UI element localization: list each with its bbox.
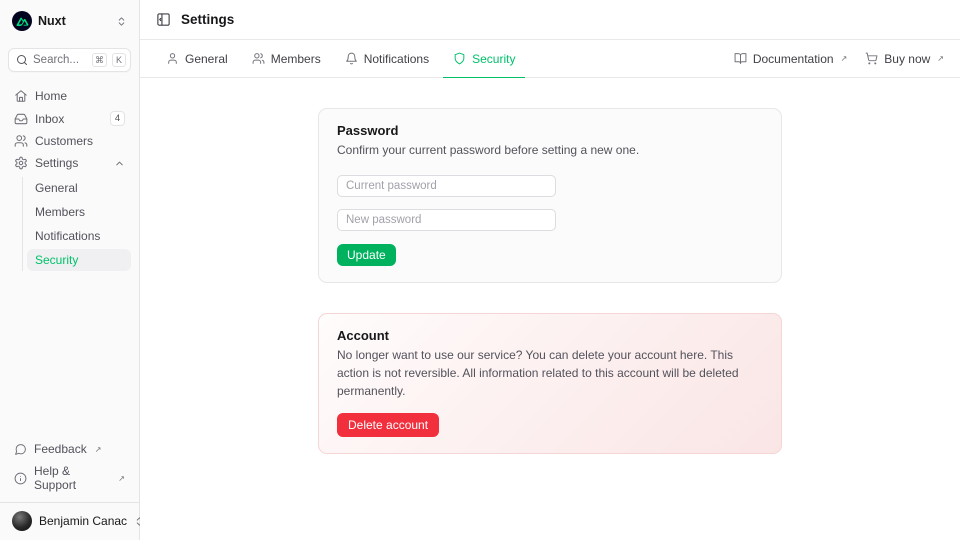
tab-label: Notifications [364, 52, 429, 66]
sub-item-label: Security [35, 253, 78, 267]
users-icon [14, 134, 28, 148]
tab-members[interactable]: Members [242, 40, 331, 78]
collapse-sidebar-icon[interactable] [156, 12, 171, 27]
inbox-count-badge: 4 [110, 111, 125, 126]
buy-now-link[interactable]: Buy now ↗ [865, 52, 944, 66]
search-placeholder: Search... [33, 54, 87, 66]
gear-icon [14, 156, 28, 170]
account-card-title: Account [337, 328, 763, 343]
settings-subtree: General Members Notifications Security [22, 177, 131, 271]
avatar [12, 511, 32, 531]
sidebar-item-settings[interactable]: Settings [8, 153, 131, 173]
help-support-link[interactable]: Help & Support ↗ [8, 460, 131, 496]
sidebar-item-members[interactable]: Members [27, 201, 131, 223]
user-name: Benjamin Canac [39, 514, 127, 528]
tab-label: Members [271, 52, 321, 66]
current-password-input[interactable] [337, 175, 556, 197]
help-support-label: Help & Support [34, 464, 110, 492]
delete-account-button[interactable]: Delete account [337, 413, 439, 437]
sub-item-label: Members [35, 205, 85, 219]
content-area: Settings General Members [140, 0, 960, 540]
sidebar-item-label: Customers [35, 134, 125, 148]
tab-notifications[interactable]: Notifications [335, 40, 439, 78]
sidebar-item-inbox[interactable]: Inbox 4 [8, 108, 131, 129]
feedback-link[interactable]: Feedback ↗ [8, 438, 131, 460]
tab-bar: General Members Notifications [140, 40, 960, 78]
bell-icon [345, 52, 358, 65]
sidebar-item-security[interactable]: Security [27, 249, 131, 271]
user-menu[interactable]: Benjamin Canac [8, 508, 131, 534]
book-open-icon [734, 52, 747, 65]
external-link-icon: ↗ [841, 54, 848, 63]
tab-label: Security [472, 52, 515, 66]
header-links: Documentation ↗ Buy now ↗ [734, 40, 944, 77]
users-icon [252, 52, 265, 65]
nuxt-logo-icon [12, 11, 32, 31]
sidebar-item-label: Settings [35, 156, 107, 170]
new-password-input[interactable] [337, 209, 556, 231]
page-title: Settings [181, 12, 234, 27]
search-icon [16, 54, 28, 66]
buy-now-label: Buy now [884, 52, 930, 66]
sidebar-divider [0, 502, 139, 503]
sidebar-spacer [8, 271, 131, 438]
password-card: Password Confirm your current password b… [318, 108, 782, 283]
tab-general[interactable]: General [156, 40, 238, 78]
team-name: Nuxt [38, 14, 110, 28]
chevron-up-icon [114, 158, 125, 169]
sidebar-item-general[interactable]: General [27, 177, 131, 199]
tab-security[interactable]: Security [443, 40, 525, 78]
page-header: Settings [140, 0, 960, 40]
kbd-cmd: ⌘ [92, 53, 107, 67]
sub-item-label: General [35, 181, 78, 195]
shield-icon [453, 52, 466, 65]
account-card-description: No longer want to use our service? You c… [337, 346, 763, 400]
app-window: Nuxt Search... ⌘ K Home [0, 0, 960, 540]
external-link-icon: ↗ [937, 54, 944, 63]
cart-icon [865, 52, 878, 65]
kbd-k: K [112, 53, 126, 67]
sidebar-item-home[interactable]: Home [8, 86, 131, 106]
external-link-icon: ↗ [118, 474, 125, 483]
team-switcher[interactable]: Nuxt [8, 8, 131, 34]
user-icon [166, 52, 179, 65]
password-card-description: Confirm your current password before set… [337, 141, 763, 159]
feedback-label: Feedback [34, 442, 87, 456]
tab-label: General [185, 52, 228, 66]
sidebar-item-notifications[interactable]: Notifications [27, 225, 131, 247]
documentation-link[interactable]: Documentation ↗ [734, 52, 847, 66]
external-link-icon: ↗ [95, 445, 102, 454]
sidebar: Nuxt Search... ⌘ K Home [0, 0, 140, 540]
search-input[interactable]: Search... ⌘ K [8, 48, 131, 72]
inbox-icon [14, 112, 28, 126]
tabs: General Members Notifications [156, 40, 525, 77]
chevron-up-down-icon [116, 16, 127, 27]
info-circle-icon [14, 472, 27, 485]
home-icon [14, 89, 28, 103]
update-password-button[interactable]: Update [337, 244, 396, 266]
account-card: Account No longer want to use our servic… [318, 313, 782, 454]
sidebar-item-label: Inbox [35, 112, 103, 126]
sidebar-item-label: Home [35, 89, 125, 103]
message-bubble-icon [14, 443, 27, 456]
sidebar-item-customers[interactable]: Customers [8, 131, 131, 151]
password-card-title: Password [337, 123, 763, 138]
sub-item-label: Notifications [35, 229, 100, 243]
settings-security-page: Password Confirm your current password b… [140, 78, 960, 540]
sidebar-nav: Home Inbox 4 Customers Settings [8, 86, 131, 271]
documentation-label: Documentation [753, 52, 834, 66]
